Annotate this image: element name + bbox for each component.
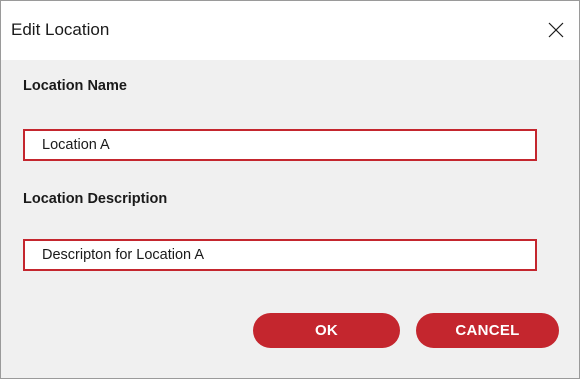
edit-location-dialog: Edit Location Location Name Location Des… [0, 0, 580, 379]
ok-button[interactable]: OK [253, 313, 400, 348]
close-icon [548, 22, 564, 38]
location-description-input[interactable] [23, 239, 537, 271]
dialog-title: Edit Location [11, 20, 110, 39]
close-button[interactable] [533, 10, 579, 50]
location-description-label: Location Description [23, 191, 168, 207]
location-name-input[interactable] [23, 129, 537, 161]
location-name-label: Location Name [23, 78, 127, 94]
cancel-button[interactable]: CANCEL [416, 313, 559, 348]
title-bar: Edit Location [1, 1, 579, 60]
